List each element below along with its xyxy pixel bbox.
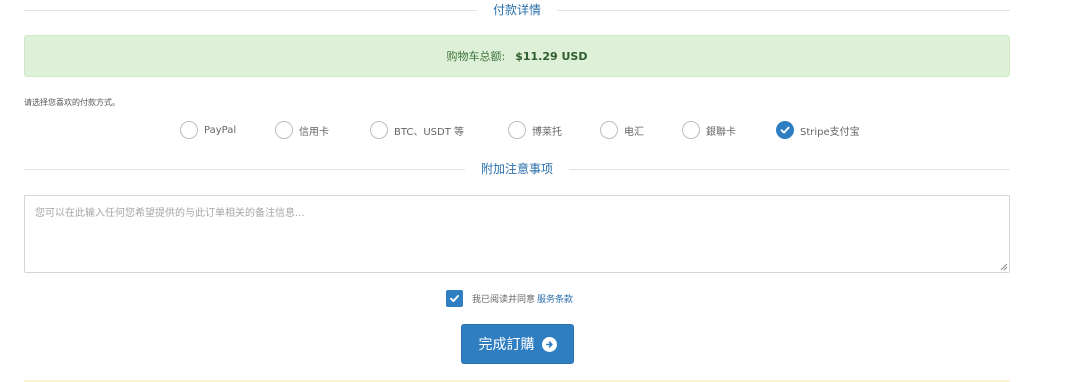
cart-total-banner: 购物车总额: $11.29 USD [24, 35, 1010, 77]
resize-handle-icon[interactable] [1000, 263, 1008, 271]
complete-order-label: 完成訂購 [478, 337, 535, 353]
payment-option-label: PayPal [204, 124, 237, 136]
payment-method-prompt: 请选择您喜欢的付款方式。 [24, 98, 120, 107]
payment-option-stripe-alipay[interactable]: Stripe支付宝 [776, 119, 860, 141]
payment-option-label: 信用卡 [299, 126, 329, 138]
notes-divider: 附加注意事项 [24, 159, 1010, 179]
payment-details-divider: 付款详情 [24, 0, 1010, 20]
payment-option-boleto[interactable]: 博莱托 [508, 119, 562, 141]
radio-unchecked-icon[interactable] [370, 121, 388, 139]
terms-checkbox[interactable] [446, 289, 463, 307]
payment-option-wire-transfer[interactable]: 电汇 [600, 119, 644, 141]
notes-title: 附加注意事项 [464, 159, 570, 179]
payment-option-crypto[interactable]: BTC、USDT 等 [370, 119, 464, 141]
payment-option-paypal[interactable]: PayPal [180, 119, 236, 141]
arrow-circle-right-icon [541, 336, 557, 352]
payment-option-label: 博莱托 [532, 126, 562, 138]
complete-order-button[interactable]: 完成訂購 [461, 324, 574, 364]
radio-unchecked-icon[interactable] [508, 121, 526, 139]
payment-option-label: Stripe支付宝 [800, 126, 860, 138]
payment-option-unionpay[interactable]: 銀聯卡 [682, 119, 736, 141]
terms-agreement: 我已阅读并同意 服务条款 [446, 289, 573, 307]
payment-option-label: BTC、USDT 等 [394, 126, 465, 138]
payment-option-credit-card[interactable]: 信用卡 [275, 119, 329, 141]
payment-details-title: 付款详情 [476, 0, 558, 20]
order-notes-textarea[interactable] [24, 195, 1010, 273]
radio-unchecked-icon[interactable] [600, 121, 618, 139]
cart-total-amount: $11.29 USD [515, 49, 588, 63]
radio-unchecked-icon[interactable] [275, 121, 293, 139]
cart-total-label: 购物车总额: [446, 50, 506, 63]
checkmark-icon [450, 294, 459, 302]
terms-text: 我已阅读并同意 [472, 294, 536, 305]
radio-unchecked-icon[interactable] [682, 121, 700, 139]
radio-unchecked-icon[interactable] [180, 121, 198, 139]
payment-option-label: 电汇 [624, 126, 644, 138]
payment-option-label: 銀聯卡 [706, 126, 736, 138]
radio-checked-icon[interactable] [776, 121, 794, 139]
terms-of-service-link[interactable]: 服务条款 [537, 295, 573, 305]
